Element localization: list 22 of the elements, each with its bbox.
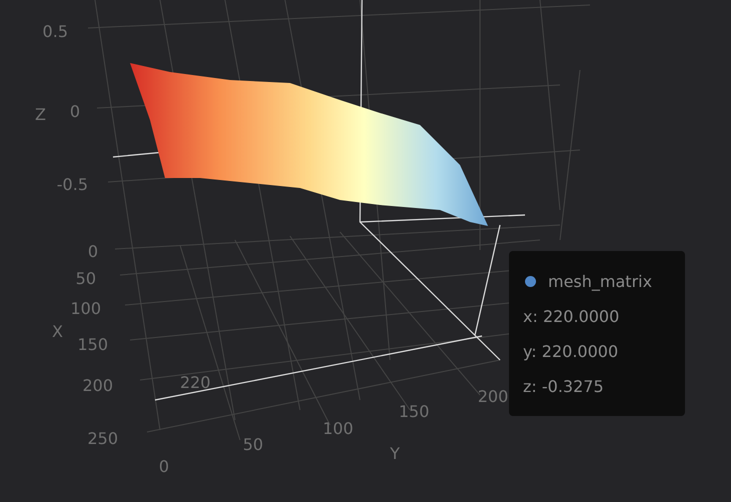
tick-label: 0 [158,457,170,476]
tooltip-value: z: -0.3275 [523,376,604,398]
tick-label: 50 [76,269,96,288]
tick-label: 200 [478,387,508,406]
tick-label: 0 [88,242,98,261]
axis-title: Y [390,444,400,463]
tick-label: 200 [82,376,113,395]
tick-label: 0 [70,102,80,121]
axis-title: Z [35,105,46,124]
axis-title: X [52,322,63,341]
tick-label: 50 [242,435,264,454]
tick-label: -0.5 [56,175,88,194]
tooltip-value: y: 220.0000 [523,341,618,363]
tooltip-value: x: 220.0000 [523,306,620,328]
series-name: mesh_matrix [548,271,652,293]
tick-label: 250 [87,429,118,448]
tick-label: 100 [70,299,101,318]
pointer-label: 220 [180,373,211,392]
tick-label: 150 [398,402,430,421]
tick-label: 150 [77,335,108,354]
tick-label: 100 [322,419,354,438]
tick-label: 0.5 [42,22,68,41]
